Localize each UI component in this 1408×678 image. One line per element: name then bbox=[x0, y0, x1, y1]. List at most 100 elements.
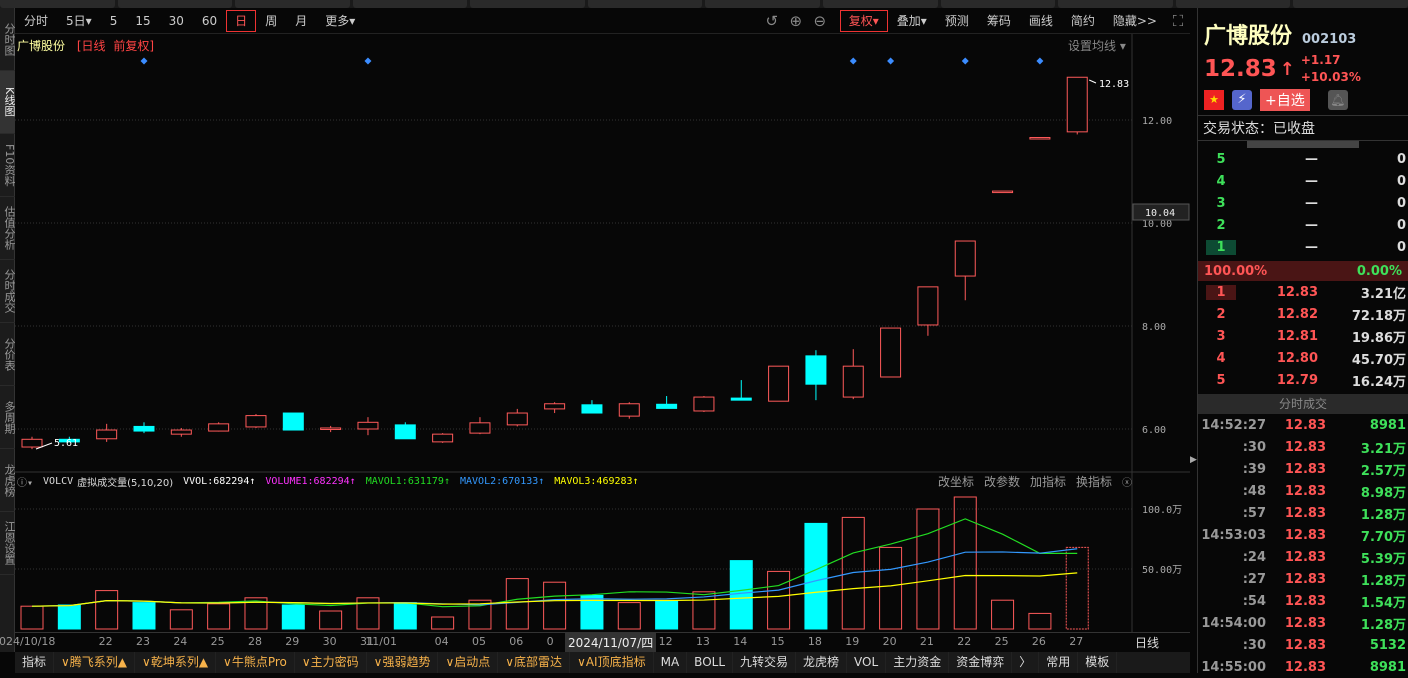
indicator-tab[interactable]: ∨启动点 bbox=[438, 652, 499, 673]
indicator-action-button[interactable]: 改坐标 bbox=[938, 473, 974, 490]
event-marker-icon[interactable] bbox=[364, 57, 372, 65]
indicator-tab[interactable]: VOL bbox=[847, 652, 887, 673]
indicator-tab[interactable]: 龙虎榜 bbox=[796, 652, 848, 673]
indicator-tab[interactable]: ∨腾飞系列▲ bbox=[54, 652, 136, 673]
volume-bar[interactable] bbox=[543, 581, 567, 630]
volume-bar[interactable] bbox=[729, 560, 753, 630]
tick-volume: 5132 bbox=[1369, 637, 1406, 653]
volume-bar[interactable] bbox=[57, 604, 81, 630]
candle-body[interactable] bbox=[693, 396, 715, 412]
volume-bar[interactable] bbox=[20, 605, 44, 630]
candle-body[interactable] bbox=[842, 365, 864, 398]
candle-body[interactable] bbox=[357, 421, 379, 430]
candle-body[interactable] bbox=[170, 429, 192, 435]
candle-body[interactable] bbox=[133, 425, 155, 432]
volume-bar[interactable] bbox=[207, 603, 231, 630]
volume-bar[interactable] bbox=[393, 602, 417, 630]
help-icon[interactable]: ⓘ▾ bbox=[17, 474, 33, 489]
price-change-pct: +10.03% bbox=[1300, 70, 1361, 84]
candle-body[interactable] bbox=[282, 412, 304, 431]
volume-bar[interactable] bbox=[505, 578, 529, 630]
candle-body[interactable] bbox=[917, 286, 939, 326]
indicator-tab[interactable]: ∨AI顶底指标 bbox=[570, 652, 654, 673]
price-tick-label: 10.00 bbox=[1142, 219, 1172, 230]
mavol1-value: MAVOL1:631179↑ bbox=[365, 476, 450, 487]
volume-bar[interactable] bbox=[431, 616, 455, 630]
china-flag-icon[interactable]: ★ bbox=[1204, 90, 1224, 110]
event-marker-icon[interactable] bbox=[1036, 57, 1044, 65]
date-tick-label: 22 bbox=[98, 635, 113, 648]
volume-bar[interactable] bbox=[319, 610, 343, 630]
indicator-tab[interactable]: ∨乾坤系列▲ bbox=[135, 652, 217, 673]
volume-bar[interactable] bbox=[281, 604, 305, 630]
candle-body[interactable] bbox=[320, 427, 342, 430]
indicator-tab[interactable]: 主力资金 bbox=[886, 652, 950, 673]
candle-body[interactable] bbox=[880, 327, 902, 378]
alert-bell-icon[interactable]: 🔔︎ bbox=[1327, 90, 1348, 110]
indicator-tab[interactable]: ∨强弱趋势 bbox=[367, 652, 439, 673]
add-watchlist-button[interactable]: +自选 bbox=[1260, 89, 1310, 111]
candle-body[interactable] bbox=[21, 438, 43, 448]
collapse-panel-handle[interactable]: ▶ bbox=[1190, 440, 1197, 480]
indicator-tab[interactable]: ∨牛熊点Pro bbox=[216, 652, 295, 673]
close-indicator-icon[interactable]: ⓧ bbox=[1122, 474, 1132, 489]
kline-chart[interactable]: 12.00 10.00 8.00 6.00 100.0万 50.00万 10.04 12.83… bbox=[0, 0, 1190, 652]
indicator-action-button[interactable]: 换指标 bbox=[1076, 473, 1112, 490]
indicator-tab[interactable]: MA bbox=[654, 652, 688, 673]
indicator-action-button[interactable]: 加指标 bbox=[1030, 473, 1066, 490]
volume-bar[interactable] bbox=[655, 600, 679, 630]
tick-row: 14:54:00 12.83 1.28万 bbox=[1198, 612, 1408, 634]
candle-body[interactable] bbox=[469, 422, 491, 434]
indicator-tab[interactable]: 模板 bbox=[1078, 652, 1118, 673]
candle-body[interactable] bbox=[656, 403, 678, 409]
indicator-tab[interactable]: ∨主力密码 bbox=[295, 652, 367, 673]
event-marker-icon[interactable] bbox=[887, 57, 895, 65]
volume-bar[interactable] bbox=[879, 546, 903, 630]
indicator-tab[interactable]: 〉 bbox=[1012, 652, 1040, 673]
event-marker-icon[interactable] bbox=[961, 57, 969, 65]
volume-bar[interactable] bbox=[169, 609, 193, 630]
candle-body[interactable] bbox=[394, 424, 416, 440]
volume-bar[interactable] bbox=[953, 496, 977, 630]
indicator-tab[interactable]: 资金博弈 bbox=[949, 652, 1013, 673]
candle-body[interactable] bbox=[581, 404, 603, 414]
candle-body[interactable] bbox=[1029, 137, 1051, 140]
candle-body[interactable] bbox=[245, 415, 267, 428]
candle-body[interactable] bbox=[96, 429, 118, 440]
indicator-tab[interactable]: 指标 bbox=[15, 652, 55, 673]
candle-body[interactable] bbox=[730, 397, 752, 401]
candle-body[interactable] bbox=[618, 403, 640, 417]
candle-body[interactable] bbox=[544, 403, 566, 410]
indicator-action-button[interactable]: 改参数 bbox=[984, 473, 1020, 490]
volume-bar[interactable] bbox=[991, 599, 1015, 630]
event-marker-icon[interactable] bbox=[140, 57, 148, 65]
volume-bar[interactable] bbox=[95, 590, 119, 630]
volume-bar[interactable] bbox=[132, 602, 156, 630]
candle-body[interactable] bbox=[208, 423, 230, 432]
volume-bar[interactable] bbox=[804, 522, 828, 630]
candle-body[interactable] bbox=[954, 240, 976, 277]
event-marker-icon[interactable] bbox=[849, 57, 857, 65]
volume-bar[interactable] bbox=[841, 516, 865, 630]
volume-bar[interactable] bbox=[767, 570, 791, 630]
indicator-tab[interactable]: 常用 bbox=[1039, 652, 1079, 673]
indicator-tab[interactable]: ∨底部雷达 bbox=[498, 652, 571, 673]
candle-body[interactable] bbox=[432, 433, 454, 443]
price: — bbox=[1305, 217, 1318, 233]
tick-volume: 1.28万 bbox=[1360, 507, 1406, 523]
candle-body[interactable] bbox=[506, 412, 528, 426]
lightning-icon[interactable]: ⚡ bbox=[1232, 90, 1252, 110]
expand-handle[interactable] bbox=[1247, 141, 1359, 148]
candle-body[interactable] bbox=[992, 190, 1014, 194]
candle-body[interactable] bbox=[1066, 76, 1088, 133]
book-row: 2 12.82 72.18万 bbox=[1198, 303, 1408, 325]
book-row: 1 — 0 bbox=[1198, 236, 1408, 258]
tick-time: 14:55:00 bbox=[1201, 659, 1266, 675]
candle-body[interactable] bbox=[805, 355, 827, 385]
indicator-tab[interactable]: 九转交易 bbox=[733, 652, 797, 673]
volume-bar[interactable] bbox=[617, 602, 641, 630]
indicator-tab[interactable]: BOLL bbox=[687, 652, 734, 673]
volume-bar[interactable] bbox=[1028, 612, 1052, 630]
volume-bar[interactable] bbox=[1065, 546, 1089, 630]
candle-body[interactable] bbox=[768, 365, 790, 402]
